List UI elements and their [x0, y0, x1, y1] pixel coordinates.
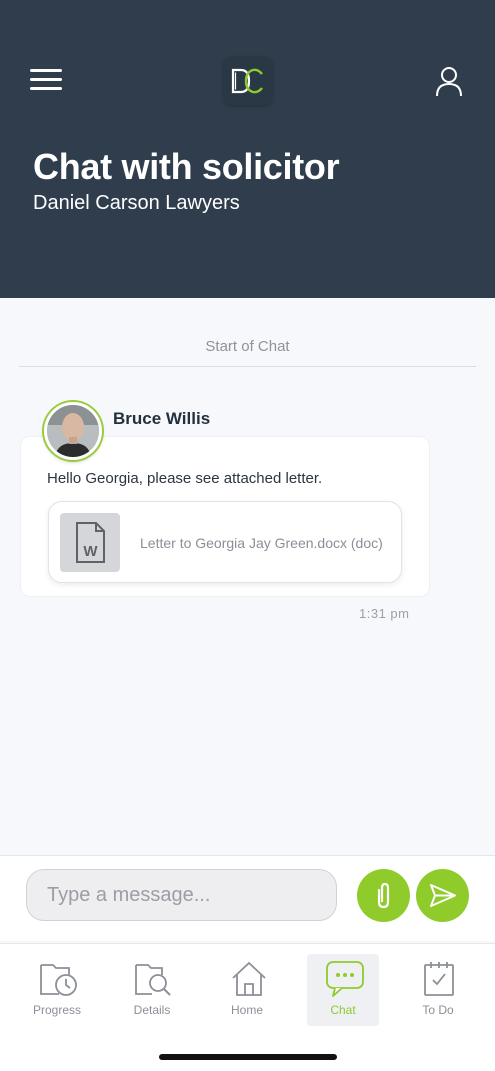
attachment-card[interactable]: W Letter to Georgia Jay Green.docx (doc): [48, 501, 402, 583]
attach-button[interactable]: [357, 869, 410, 922]
menu-icon[interactable]: [30, 69, 62, 93]
tab-home-label: Home: [230, 1003, 263, 1017]
chat-icon: [326, 961, 364, 997]
tab-chat-label: Chat: [330, 1003, 356, 1017]
page-title: Chat with solicitor: [33, 146, 340, 187]
todo-icon: [424, 962, 454, 996]
app-header: Chat with solicitor Daniel Carson Lawyer…: [0, 0, 495, 298]
tab-todo[interactable]: To Do: [402, 954, 474, 1026]
tab-details[interactable]: Details: [116, 954, 188, 1026]
svg-text:W: W: [83, 543, 98, 560]
progress-icon: [40, 964, 77, 996]
details-icon: [135, 964, 171, 996]
tab-todo-label: To Do: [422, 1003, 454, 1017]
start-of-chat-label: Start of Chat: [205, 338, 290, 355]
paperclip-icon: [377, 882, 390, 909]
tab-progress-label: Progress: [32, 1003, 82, 1017]
send-button[interactable]: [416, 869, 469, 922]
word-document-icon: W: [60, 513, 120, 572]
chat-divider: [19, 366, 476, 367]
home-icon: [232, 961, 266, 996]
profile-icon[interactable]: [432, 64, 466, 98]
tab-home[interactable]: Home: [211, 954, 283, 1026]
send-icon: [430, 884, 456, 907]
avatar: [44, 402, 102, 460]
message-sender: Bruce Willis: [113, 409, 211, 428]
tab-details-label: Details: [133, 1003, 171, 1017]
message-input[interactable]: [26, 869, 337, 921]
app-logo: [224, 57, 272, 105]
message-timestamp: 1:31 pm: [359, 606, 410, 621]
page-subtitle: Daniel Carson Lawyers: [33, 192, 240, 214]
home-indicator: [159, 1054, 337, 1060]
message-text: Hello Georgia, please see attached lette…: [47, 470, 323, 487]
tab-chat[interactable]: Chat: [307, 954, 379, 1026]
tab-progress[interactable]: Progress: [21, 954, 93, 1026]
attachment-name: Letter to Georgia Jay Green.docx (doc): [140, 535, 383, 551]
